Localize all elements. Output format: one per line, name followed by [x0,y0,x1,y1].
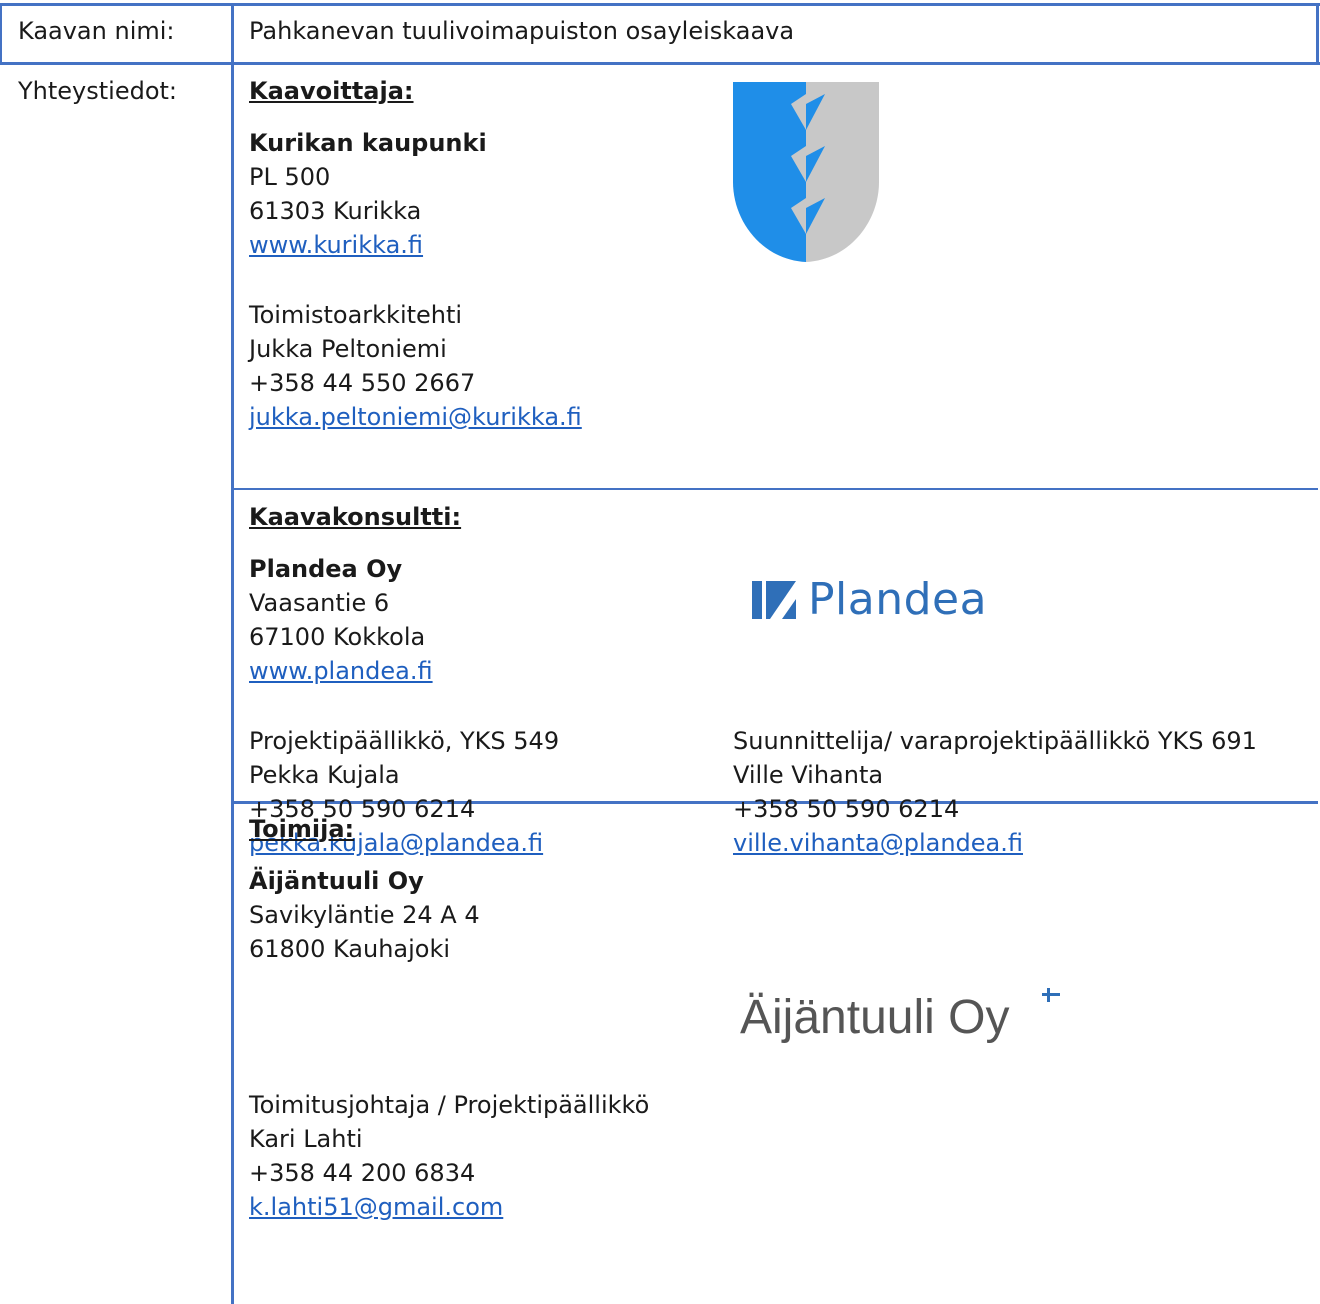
person-name: Kari Lahti [249,1125,363,1153]
address-line: Vaasantie 6 [249,589,390,617]
org-name: Kurikan kaupunki [249,129,487,157]
person-phone: +358 44 200 6834 [249,1159,476,1187]
kurikka-coat-of-arms-logo [733,82,879,262]
address-line: 61800 Kauhajoki [249,935,451,963]
address-line: Savikyläntie 24 A 4 [249,901,480,929]
section-heading-kaavoittaja: Kaavoittaja: [249,77,414,105]
address-line: PL 500 [249,163,331,191]
person-title: Projektipäällikkö, YKS 549 [249,727,560,755]
org-name: Plandea Oy [249,555,403,583]
border-top [0,3,1320,6]
org-name: Äijäntuuli Oy [249,867,424,895]
person-phone: +358 50 590 6214 [733,795,960,823]
address-line: 67100 Kokkola [249,623,426,651]
aijantuuli-logo: Äijäntuuli Oy [740,990,1009,1045]
border-section-kaavakonsultti [234,488,1318,490]
border-left [0,3,2,65]
person-title: Toimistoarkkitehti [249,301,463,329]
website-link[interactable]: www.kurikka.fi [249,231,423,259]
email-link[interactable]: k.lahti51@gmail.com [249,1193,503,1221]
person-name: Ville Vihanta [733,761,884,789]
person-name: Jukka Peltoniemi [249,335,447,363]
person-title: Toimitusjohtaja / Projektipäällikkö [249,1091,650,1119]
person-phone: +358 44 550 2667 [249,369,476,397]
kaavoittaja-person-block: Toimistoarkkitehti Jukka Peltoniemi +358… [249,298,582,434]
email-link[interactable]: ville.vihanta@plandea.fi [733,829,1023,857]
border-right [1316,3,1319,65]
section-heading-toimija: Toimija: [249,815,355,843]
plan-name-label: Kaavan nimi: [18,17,175,45]
email-link[interactable]: jukka.peltoniemi@kurikka.fi [249,403,582,431]
plandea-mark-icon [752,580,796,619]
person-name: Pekka Kujala [249,761,400,789]
website-link[interactable]: www.plandea.fi [249,657,433,685]
section-heading-kaavakonsultti: Kaavakonsultti: [249,503,462,531]
aijantuuli-logo-text: Äijäntuuli Oy [740,991,1010,1044]
address-line: 61303 Kurikka [249,197,422,225]
border-row1 [0,62,1320,65]
contact-label: Yhteystiedot: [18,77,178,105]
person-title: Suunnittelija/ varaprojektipäällikkö YKS… [733,727,1257,755]
kaavakonsultti-person2-block: Suunnittelija/ varaprojektipäällikkö YKS… [733,724,1257,860]
plandea-logo: Plandea [752,574,987,625]
plandea-logo-text: Plandea [808,574,988,625]
toimija-person-block: Toimitusjohtaja / Projektipäällikkö Kari… [249,1088,649,1224]
finnish-flag-icon [1042,988,1060,1002]
kaavakonsultti-org-block: Plandea Oy Vaasantie 6 67100 Kokkola www… [249,552,433,688]
kaavoittaja-org-block: Kurikan kaupunki PL 500 61303 Kurikka ww… [249,126,487,262]
border-column [231,3,234,1304]
toimija-org-block: Äijäntuuli Oy Savikyläntie 24 A 4 61800 … [249,864,480,966]
plan-name-value: Pahkanevan tuulivoimapuiston osayleiskaa… [249,17,795,45]
